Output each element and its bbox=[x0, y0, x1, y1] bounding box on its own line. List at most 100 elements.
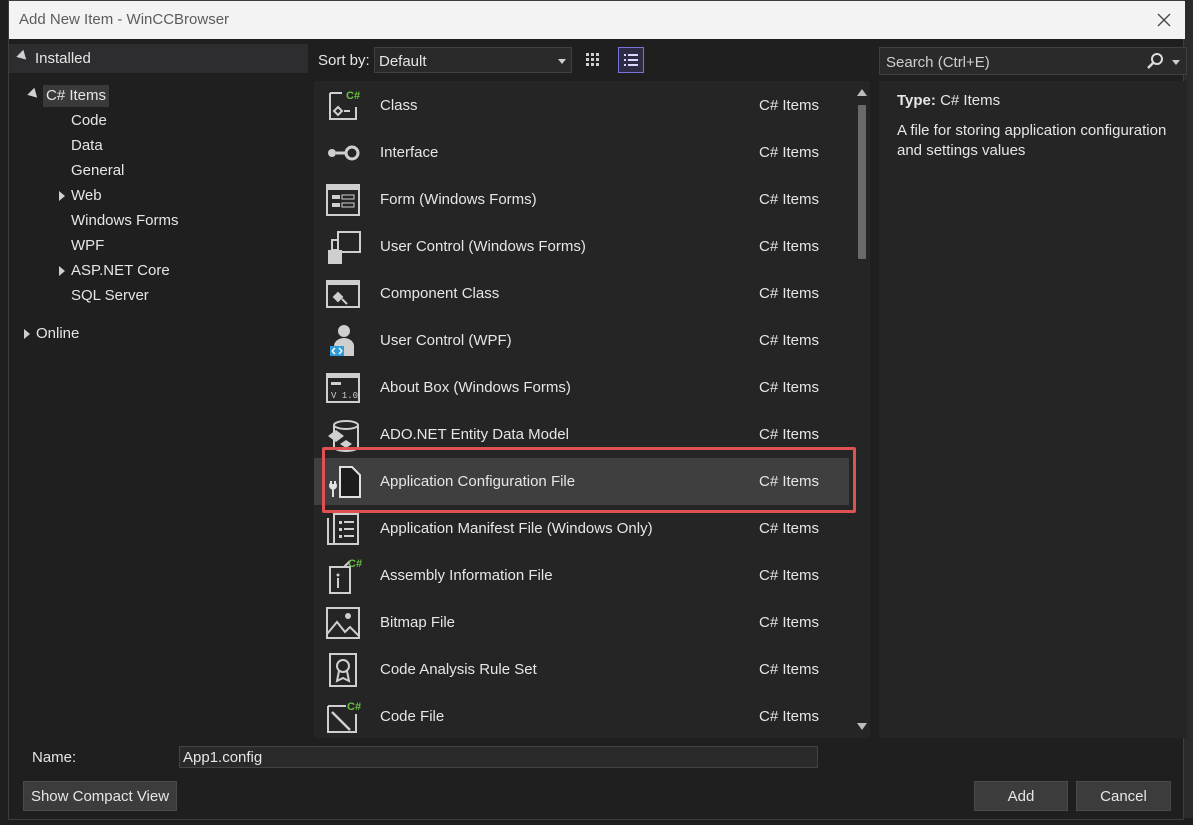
tree-item-csharp-items[interactable]: C# Items bbox=[43, 85, 110, 107]
type-line: Type: C# Items bbox=[897, 92, 1000, 109]
list-item[interactable]: C# Code File C# Items bbox=[314, 693, 849, 738]
tree-item-aspnet-core[interactable]: ASP.NET Core bbox=[71, 260, 170, 282]
rule-set-icon bbox=[329, 653, 357, 687]
search-box[interactable]: Search (Ctrl+E) bbox=[879, 47, 1187, 75]
list-item[interactable]: Bitmap File C# Items bbox=[314, 599, 849, 646]
list-item[interactable]: C# Assembly Information File C# Items bbox=[314, 552, 849, 599]
item-category: C# Items bbox=[759, 332, 820, 349]
tree-item-sql-server[interactable]: SQL Server bbox=[71, 285, 149, 307]
list-item[interactable]: User Control (Windows Forms) C# Items bbox=[314, 223, 849, 270]
list-item[interactable]: C# Class C# Items bbox=[314, 82, 849, 129]
tree-item-label: SQL Server bbox=[71, 287, 149, 304]
svg-text:C#: C# bbox=[346, 90, 360, 102]
item-name: ADO.NET Entity Data Model bbox=[380, 426, 569, 443]
list-view-icon bbox=[624, 54, 638, 66]
name-input[interactable] bbox=[179, 746, 818, 768]
expand-down-icon bbox=[16, 49, 30, 64]
tree-item-windows-forms[interactable]: Windows Forms bbox=[71, 210, 179, 232]
list-view-button[interactable] bbox=[618, 47, 644, 73]
expand-right-icon[interactable] bbox=[24, 329, 31, 339]
svg-text:V 1.0: V 1.0 bbox=[331, 391, 358, 401]
list-scrollbar[interactable] bbox=[854, 81, 870, 738]
item-name: Class bbox=[380, 97, 418, 114]
scroll-up-icon[interactable] bbox=[857, 89, 867, 96]
list-item[interactable]: Application Manifest File (Windows Only)… bbox=[314, 505, 849, 552]
expand-right-icon[interactable] bbox=[59, 266, 66, 276]
item-category: C# Items bbox=[759, 285, 820, 302]
list-item[interactable]: Interface C# Items bbox=[314, 129, 849, 176]
manifest-file-icon bbox=[327, 513, 359, 545]
tree-item-general[interactable]: General bbox=[71, 160, 124, 182]
details-panel: Type: C# Items A file for storing applic… bbox=[879, 81, 1187, 738]
list-item-selected[interactable]: Application Configuration File C# Items bbox=[314, 458, 849, 505]
tree-item-data[interactable]: Data bbox=[71, 135, 103, 157]
sort-dropdown[interactable]: Default bbox=[374, 47, 572, 73]
item-name: Form (Windows Forms) bbox=[380, 191, 537, 208]
item-name: User Control (Windows Forms) bbox=[380, 238, 586, 255]
chevron-down-icon bbox=[558, 59, 566, 64]
chevron-down-icon[interactable] bbox=[1172, 60, 1180, 65]
tree-item-label: Code bbox=[71, 112, 107, 129]
item-category: C# Items bbox=[759, 97, 820, 114]
item-name: Application Configuration File bbox=[380, 473, 576, 490]
tree-item-web[interactable]: Web bbox=[71, 185, 102, 207]
add-button[interactable]: Add bbox=[974, 781, 1068, 811]
expand-down-icon[interactable] bbox=[27, 87, 41, 102]
tree-item-label: Online bbox=[36, 325, 80, 342]
class-icon: C# bbox=[329, 90, 360, 120]
window-title: Add New Item - WinCCBrowser bbox=[19, 11, 230, 28]
sort-label: Sort by: bbox=[318, 52, 370, 69]
tree-item-wpf[interactable]: WPF bbox=[71, 235, 104, 257]
item-category: C# Items bbox=[759, 614, 820, 631]
list-item[interactable]: Component Class C# Items bbox=[314, 270, 849, 317]
item-name: Bitmap File bbox=[380, 614, 456, 631]
tree-item-label: C# Items bbox=[46, 87, 107, 104]
grid-view-button[interactable] bbox=[580, 47, 606, 73]
cancel-button[interactable]: Cancel bbox=[1076, 781, 1171, 811]
search-icon[interactable] bbox=[1146, 52, 1164, 70]
installed-header[interactable]: Installed bbox=[9, 44, 308, 73]
scroll-thumb[interactable] bbox=[858, 105, 866, 259]
tree-item-label: Windows Forms bbox=[71, 212, 179, 229]
item-category: C# Items bbox=[759, 426, 820, 443]
item-category: C# Items bbox=[759, 191, 820, 208]
add-new-item-dialog: Add New Item - WinCCBrowser Installed C#… bbox=[8, 0, 1187, 820]
grid-view-icon bbox=[586, 53, 599, 66]
component-class-icon bbox=[326, 280, 360, 308]
list-item[interactable]: ADO.NET Entity Data Model C# Items bbox=[314, 411, 849, 458]
item-name: About Box (Windows Forms) bbox=[380, 379, 571, 396]
config-file-icon bbox=[329, 466, 361, 498]
expand-right-icon[interactable] bbox=[59, 191, 66, 201]
type-label: Type: bbox=[897, 92, 936, 109]
search-placeholder: Search (Ctrl+E) bbox=[886, 54, 990, 71]
close-icon[interactable] bbox=[1151, 7, 1177, 33]
show-compact-view-button[interactable]: Show Compact View bbox=[23, 781, 177, 811]
svg-text:C#: C# bbox=[348, 558, 362, 570]
item-name: Interface bbox=[380, 144, 439, 161]
tree-item-label: Data bbox=[71, 137, 103, 154]
list-item[interactable]: V 1.0 About Box (Windows Forms) C# Items bbox=[314, 364, 849, 411]
list-item[interactable]: Code Analysis Rule Set C# Items bbox=[314, 646, 849, 693]
list-item[interactable]: Form (Windows Forms) C# Items bbox=[314, 176, 849, 223]
sort-value: Default bbox=[379, 53, 427, 70]
item-category: C# Items bbox=[759, 473, 820, 490]
sort-toolbar: Sort by: Default bbox=[308, 45, 870, 75]
user-control-icon bbox=[328, 231, 361, 264]
button-label: Show Compact View bbox=[30, 787, 170, 805]
list-item[interactable]: User Control (WPF) C# Items bbox=[314, 317, 849, 364]
bitmap-file-icon bbox=[326, 607, 360, 639]
item-category: C# Items bbox=[759, 661, 820, 678]
item-name: Assembly Information File bbox=[380, 567, 553, 584]
interface-icon bbox=[328, 145, 360, 161]
item-name: Component Class bbox=[380, 285, 500, 302]
item-name: Code File bbox=[380, 708, 445, 725]
tree-item-label: General bbox=[71, 162, 125, 179]
tree-item-code[interactable]: Code bbox=[71, 110, 107, 132]
scroll-down-icon[interactable] bbox=[857, 723, 867, 730]
assembly-info-icon: C# bbox=[329, 558, 362, 594]
tree-item-online[interactable]: Online bbox=[36, 323, 79, 345]
tree-item-label: Web bbox=[71, 187, 102, 204]
name-label: Name: bbox=[32, 749, 77, 766]
button-label: Cancel bbox=[1100, 787, 1147, 805]
svg-text:C#: C# bbox=[347, 701, 361, 713]
